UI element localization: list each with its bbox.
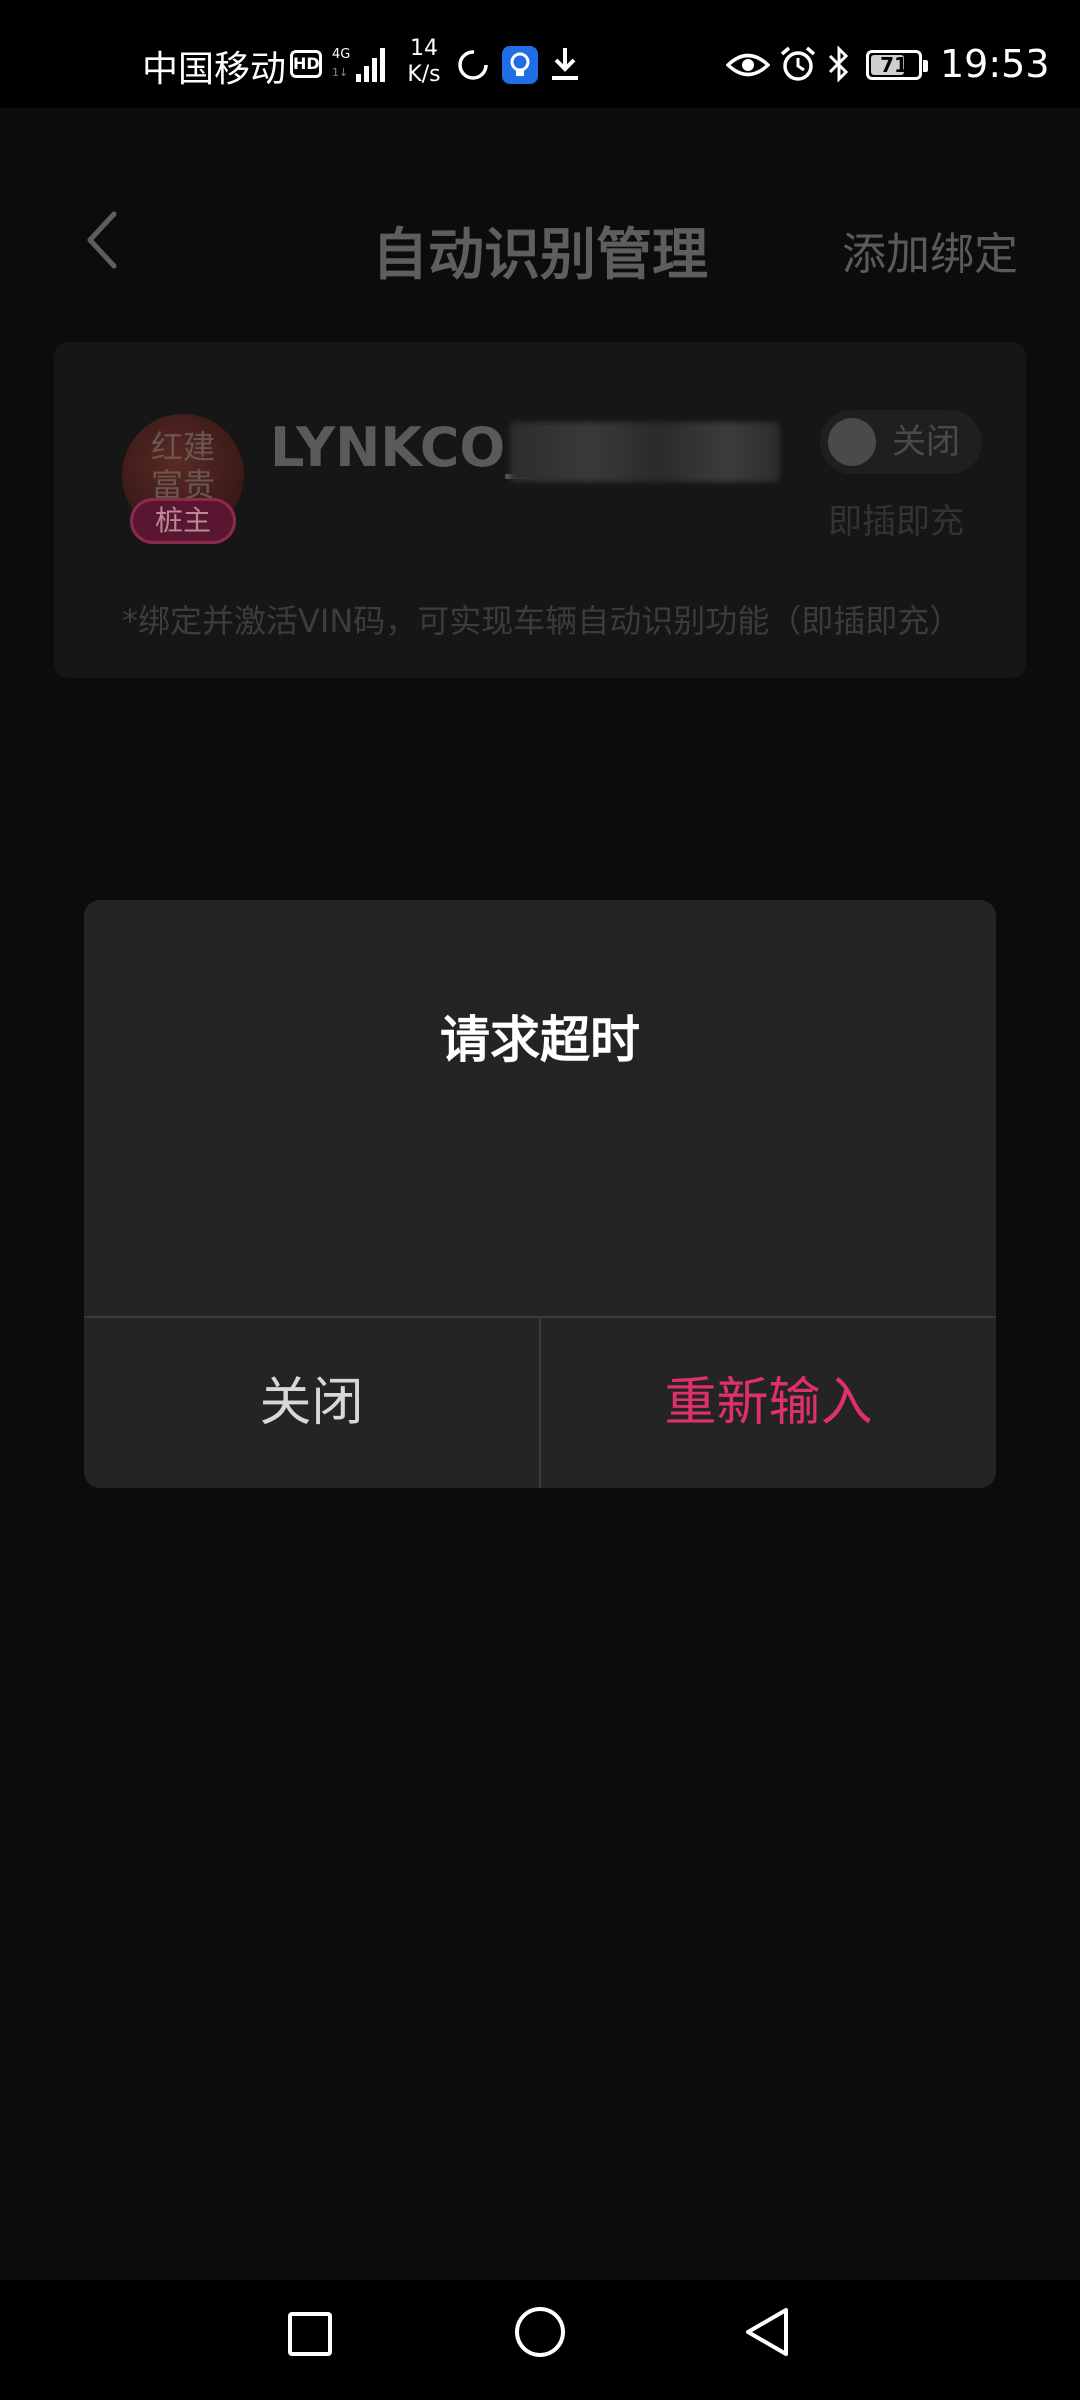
network-speed: 14 K/s bbox=[407, 36, 441, 87]
status-bar: 中国移动 HD 4G 1↓ 14 K/s 71 19:53 bbox=[0, 0, 1080, 108]
svg-text:4G: 4G bbox=[332, 47, 350, 62]
back-triangle-icon[interactable] bbox=[740, 2304, 796, 2360]
navigation-bar bbox=[0, 2280, 1080, 2400]
recents-square-icon[interactable] bbox=[286, 2310, 334, 2358]
bluetooth-icon bbox=[828, 45, 849, 83]
timeout-dialog: 请求超时 关闭 重新输入 bbox=[84, 900, 996, 1488]
home-circle-icon[interactable] bbox=[512, 2304, 568, 2360]
clock: 19:53 bbox=[940, 42, 1050, 86]
dialog-title: 请求超时 bbox=[440, 1011, 640, 1069]
hd-icon: HD bbox=[290, 50, 322, 78]
dialog-close-button[interactable]: 关闭 bbox=[84, 1318, 539, 1488]
signal-icon: 4G 1↓ bbox=[332, 47, 385, 82]
svg-text:1↓: 1↓ bbox=[332, 66, 348, 79]
carrier-name: 中国移动 bbox=[142, 49, 287, 90]
bulb-app-icon bbox=[502, 46, 538, 84]
dialog-retry-button[interactable]: 重新输入 bbox=[541, 1318, 996, 1488]
download-icon bbox=[552, 48, 578, 80]
screen: 中国移动 HD 4G 1↓ 14 K/s 71 19:53 自动识别管理 添加绑… bbox=[0, 0, 1080, 2400]
eye-icon bbox=[726, 53, 770, 77]
battery-icon: 71 bbox=[866, 50, 928, 80]
alarm-icon bbox=[780, 46, 816, 81]
loading-ring-icon bbox=[458, 50, 488, 80]
